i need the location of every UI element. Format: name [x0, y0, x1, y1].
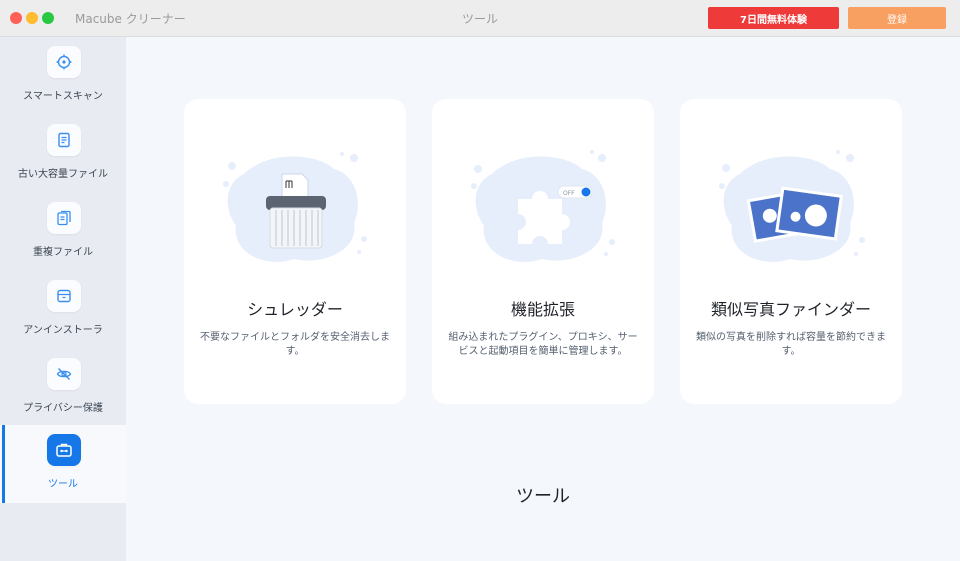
sidebar-item-label: アンインストーラ	[23, 325, 103, 336]
sidebar-item-uninstaller[interactable]: アンインストーラ	[0, 271, 126, 349]
app-title: Macube クリーナー	[75, 12, 186, 26]
shredder-card[interactable]: シュレッダー 不要なファイルとフォルダを安全消去します。	[184, 99, 406, 404]
sidebar-item-label: プライバシー保護	[23, 403, 103, 414]
duplicate-files-icon	[47, 202, 81, 234]
eye-off-icon	[47, 358, 81, 390]
toggle-label: OFF	[563, 190, 575, 197]
card-title: 類似写真ファインダー	[710, 300, 871, 319]
active-indicator	[2, 425, 5, 503]
card-title: 機能拡張	[510, 300, 575, 319]
minimize-window-button[interactable]	[26, 12, 38, 24]
sidebar-item-label: 重複ファイル	[33, 247, 93, 258]
puzzle-icon: OFF	[462, 144, 622, 274]
maximize-window-button[interactable]	[42, 12, 54, 24]
shredder-icon	[214, 144, 374, 274]
box-icon	[47, 280, 81, 312]
sidebar-item-privacy[interactable]: プライバシー保護	[0, 349, 126, 427]
sidebar-item-label: ツール	[48, 479, 78, 490]
card-description: 組み込まれたプラグイン、プロキシ、サービスと起動項目を簡単に管理します。	[448, 332, 638, 357]
sidebar-item-smart-scan[interactable]: スマートスキャン	[0, 37, 126, 115]
extensions-card[interactable]: OFF 機能拡張 組み込まれたプラグイン、プロキシ、サービスと起動項目を簡単に管…	[432, 99, 654, 404]
card-title: シュレッダー	[247, 300, 343, 319]
crosshair-icon	[47, 46, 81, 78]
sidebar-item-label: 古い大容量ファイル	[18, 169, 108, 180]
sidebar-item-label: スマートスキャン	[23, 91, 103, 102]
main-content: シュレッダー 不要なファイルとフォルダを安全消去します。 OFF 機能拡張 組み…	[126, 37, 960, 561]
similar-photo-finder-card[interactable]: 類似写真ファインダー 類似の写真を削除すれば容量を節約できます。	[680, 99, 902, 404]
close-window-button[interactable]	[10, 12, 22, 24]
sidebar-item-duplicate-files[interactable]: 重複ファイル	[0, 193, 126, 271]
toolbox-icon	[47, 434, 81, 466]
sidebar: スマートスキャン 古い大容量ファイル 重複ファイル アンインストーラ プライバシ…	[0, 37, 126, 561]
sidebar-item-large-old-files[interactable]: 古い大容量ファイル	[0, 115, 126, 193]
register-button[interactable]: 登録	[848, 7, 946, 29]
document-icon	[47, 124, 81, 156]
card-description: 不要なファイルとフォルダを安全消去します。	[200, 332, 390, 357]
photos-icon	[710, 144, 870, 274]
sidebar-item-tools[interactable]: ツール	[0, 425, 126, 503]
card-description: 類似の写真を削除すれば容量を節約できます。	[696, 332, 886, 357]
title-bar: Macube クリーナー ツール 7日間無料体験 登録	[0, 0, 960, 37]
section-title: ツール	[516, 486, 570, 507]
free-trial-button[interactable]: 7日間無料体験	[708, 7, 839, 29]
